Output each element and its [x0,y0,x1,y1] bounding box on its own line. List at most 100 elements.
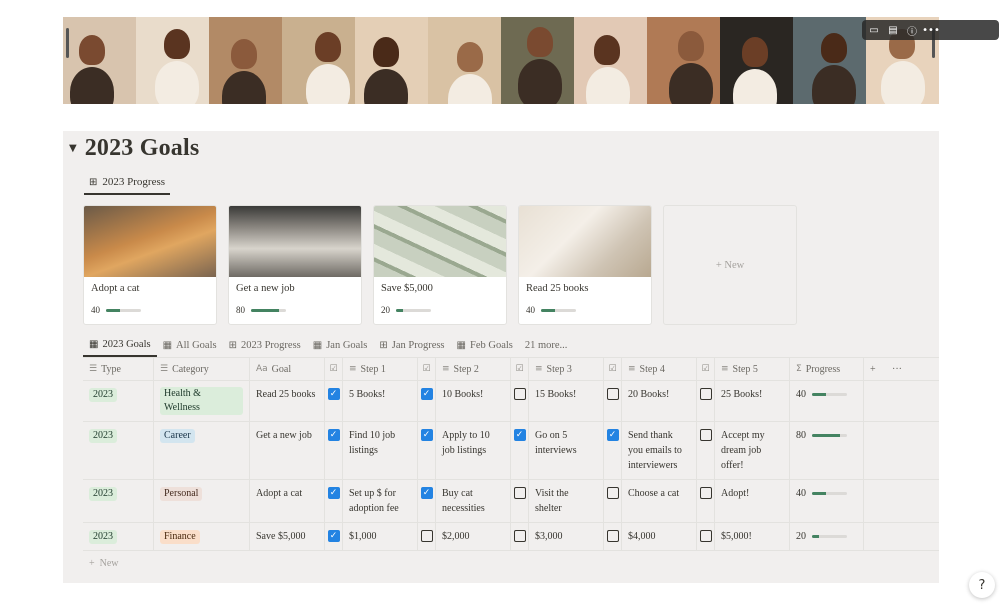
help-button[interactable]: ? [969,572,995,598]
step-checkbox[interactable] [606,388,619,400]
step-cell[interactable]: $2,000 [436,523,511,550]
column-header-step2-check[interactable]: ☑ [418,358,436,380]
type-cell[interactable]: 2023 [83,480,154,522]
step-checkbox[interactable] [606,530,619,542]
step-checkbox[interactable] [327,530,340,542]
column-header-category[interactable]: ☰ Category [154,358,250,380]
empty-cell [886,422,916,479]
step-cell[interactable]: Send thank you emails to interviewers [622,422,697,479]
step-cell[interactable]: 25 Books! [715,381,790,421]
step-cell[interactable]: 5 Books! [343,381,418,421]
step-checkbox[interactable] [327,429,340,441]
info-icon[interactable]: ⓘ [904,22,920,38]
gallery-card[interactable]: Read 25 books 40 [518,205,652,325]
step-cell[interactable]: Find 10 job listings [343,422,418,479]
table-row[interactable]: 2023 Finance Save $5,000 $1,000 $2,000 $3,000… [83,523,939,551]
column-header-progress[interactable]: Σ Progress [790,358,864,380]
column-header-step2[interactable]: ≡ Step 2 [436,358,511,380]
table-row[interactable]: 2023 Career Get a new job Find 10 job listi… [83,422,939,480]
gallery-icon: ⊞ [89,176,98,188]
step-checkbox[interactable] [420,487,433,499]
toggle-icon[interactable]: ▼ [69,143,77,154]
view-tab[interactable]: ▦ 2023 Goals [83,333,157,357]
gallery-card[interactable]: Adopt a cat 40 [83,205,217,325]
column-header-step1[interactable]: ≡ Step 1 [343,358,418,380]
step-checkbox[interactable] [420,429,433,441]
view-tab[interactable]: ▦ All Goals [157,333,223,357]
tab-2023-progress[interactable]: ⊞ 2023 Progress [84,171,171,195]
goal-cell[interactable]: Adopt a cat [250,480,325,522]
column-header-step4[interactable]: ≡ Step 4 [622,358,697,380]
comment-icon[interactable]: ▭ [866,22,882,38]
step-checkbox[interactable] [606,487,619,499]
step-checkbox[interactable] [699,530,712,542]
step-checkbox[interactable] [513,530,526,542]
view-tab[interactable]: ⊞ Jan Progress [373,333,450,357]
table-row[interactable]: 2023 Health & WellnessRead 25 books 5 Book… [83,381,939,422]
step-checkbox[interactable] [513,429,526,441]
category-cell[interactable]: Career [154,422,250,479]
column-header-step5-check[interactable]: ☑ [697,358,715,380]
step-cell[interactable]: Accept my dream job offer! [715,422,790,479]
step-cell[interactable]: Choose a cat [622,480,697,522]
view-tab[interactable]: 21 more... [519,333,574,357]
view-tab[interactable]: ▦ Jan Goals [307,333,374,357]
more-options-icon[interactable]: ··· [886,358,916,380]
gallery-view: Adopt a cat 40 Get a new job 80 Save $5,000 2… [83,205,797,325]
step-checkbox[interactable] [327,388,340,400]
view-tab[interactable]: ⊞ 2023 Progress [223,333,307,357]
add-column-button[interactable]: + [864,358,886,380]
step-cell[interactable]: Apply to 10 job listings [436,422,511,479]
column-header-step3[interactable]: ≡ Step 3 [529,358,604,380]
step-checkbox[interactable] [420,388,433,400]
step-cell[interactable]: Go on 5 interviews [529,422,604,479]
column-header-goal[interactable]: Aa Goal [250,358,325,380]
column-header-step4-check[interactable]: ☑ [604,358,622,380]
view-tab[interactable]: ▦ Feb Goals [451,333,519,357]
column-header-step5[interactable]: ≡ Step 5 [715,358,790,380]
category-cell[interactable]: Finance [154,523,250,550]
step-cell[interactable]: $4,000 [622,523,697,550]
type-cell[interactable]: 2023 [83,381,154,421]
step-checkbox[interactable] [420,530,433,542]
step-cell[interactable]: 20 Books! [622,381,697,421]
new-row-button[interactable]: + New [83,551,939,575]
step-checkbox[interactable] [327,487,340,499]
gallery-card[interactable]: Get a new job 80 [228,205,362,325]
category-cell[interactable]: Personal [154,480,250,522]
more-icon[interactable]: ••• [922,22,940,38]
goal-cell[interactable]: Get a new job [250,422,325,479]
step-cell[interactable]: Set up $ for adoption fee [343,480,418,522]
step-checkbox[interactable] [699,429,712,441]
type-cell[interactable]: 2023 [83,422,154,479]
category-cell[interactable]: Health & Wellness [154,381,250,421]
column-header-type[interactable]: ☰ Type [83,358,154,380]
step-cell[interactable]: $3,000 [529,523,604,550]
checkbox-icon: ☑ [515,363,524,374]
step-cell[interactable]: $5,000! [715,523,790,550]
banner-scroll-handle-left[interactable] [66,28,69,58]
step-cell[interactable]: Visit the shelter [529,480,604,522]
goal-cell[interactable]: Read 25 books [250,381,325,421]
cover-banner[interactable] [63,17,939,104]
step-cell[interactable]: Adopt! [715,480,790,522]
card-title: Adopt a cat [91,283,140,294]
type-cell[interactable]: 2023 [83,523,154,550]
step-checkbox[interactable] [513,388,526,400]
new-card-button[interactable]: + New [663,205,797,325]
step-checkbox[interactable] [606,429,619,441]
figure-illustration [820,33,847,63]
history-icon[interactable]: ▤ [885,22,901,38]
step-checkbox[interactable] [513,487,526,499]
table-row[interactable]: 2023 Personal Adopt a cat Set up $ for adop… [83,480,939,523]
column-header-step3-check[interactable]: ☑ [511,358,529,380]
step-cell[interactable]: $1,000 [343,523,418,550]
step-cell[interactable]: 15 Books! [529,381,604,421]
step-checkbox[interactable] [699,388,712,400]
gallery-card[interactable]: Save $5,000 20 [373,205,507,325]
column-header-step1-check[interactable]: ☑ [325,358,343,380]
step-cell[interactable]: Buy cat necessities [436,480,511,522]
goal-cell[interactable]: Save $5,000 [250,523,325,550]
step-cell[interactable]: 10 Books! [436,381,511,421]
step-checkbox[interactable] [699,487,712,499]
